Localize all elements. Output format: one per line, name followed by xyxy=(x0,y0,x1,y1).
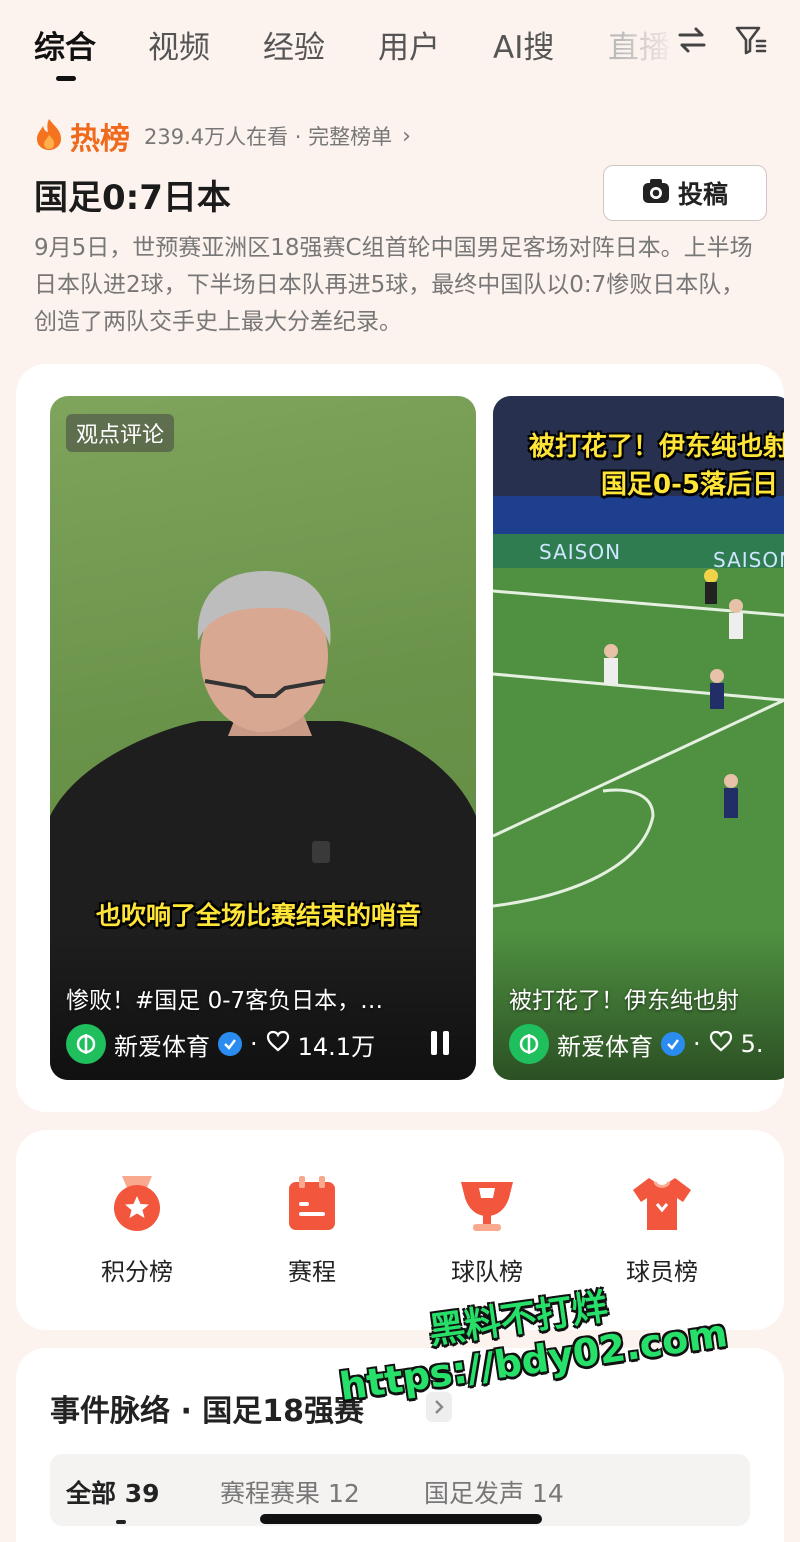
author-row: 新爱体育 · 14.1万 xyxy=(66,1024,375,1064)
filter-icon[interactable] xyxy=(734,24,768,60)
schedule-label: 赛程 xyxy=(288,1258,336,1286)
hot-list-header[interactable]: 热榜 239.4万人在看 · 完整榜单 › xyxy=(34,116,411,157)
stadium-ad-text: SAISON xyxy=(539,540,622,564)
event-tab-indicator xyxy=(116,1520,126,1524)
stadium-ad-text-2: SAISON xyxy=(713,548,784,572)
verified-icon xyxy=(661,1032,685,1056)
video-carousel: 观点评论 也吹响了全场比赛结束的哨音 惨败！#国足 0-7客负日本，… 新爱体育… xyxy=(16,364,784,1112)
trophy-icon xyxy=(457,1174,517,1238)
home-indicator xyxy=(260,1514,542,1524)
separator-dot: · xyxy=(250,1030,258,1058)
tab-experience[interactable]: 经验 xyxy=(263,22,325,67)
separator-dot: · xyxy=(693,1030,701,1058)
video-subtitle: 也吹响了全场比赛结束的哨音 xyxy=(96,901,422,930)
active-tab-indicator xyxy=(56,76,76,81)
like-count: 5. xyxy=(740,1030,764,1058)
chevron-right-icon: › xyxy=(402,123,411,149)
viewer-count: 239.4万人在看 · 完整榜单 xyxy=(144,125,393,149)
event-tab-schedule-results[interactable]: 赛程赛果 12 xyxy=(220,1474,360,1510)
search-tabs: 综合 视频 经验 用户 AI搜 直播 xyxy=(0,0,800,90)
player-ranking-entry[interactable]: 球员榜 xyxy=(587,1174,737,1287)
camera-icon xyxy=(642,178,670,208)
author-name[interactable]: 新爱体育 xyxy=(557,1027,653,1062)
player-ranking-label: 球员榜 xyxy=(626,1258,698,1286)
topic-description: 9月5日，世预赛亚洲区18强赛C组首轮中国男足客场对阵日本。上半场日本队进2球，… xyxy=(34,235,753,335)
post-button[interactable]: 投稿 xyxy=(603,165,767,221)
tab-video[interactable]: 视频 xyxy=(148,22,210,67)
quick-entry-card: 积分榜 赛程 球队榜 球员榜 xyxy=(16,1130,784,1330)
overlay-headline-1: 被打花了！伊东纯也射 xyxy=(529,432,784,462)
topic-title[interactable]: 国足0:7日本 xyxy=(34,170,231,219)
schedule-entry[interactable]: 赛程 xyxy=(237,1174,387,1287)
team-ranking-label: 球队榜 xyxy=(451,1258,523,1286)
channel-logo-icon xyxy=(66,1024,106,1064)
author-row: 新爱体育 · 5. xyxy=(509,1024,764,1064)
opinion-tag: 观点评论 xyxy=(66,414,175,452)
video-caption: 惨败！#国足 0-7客负日本，… xyxy=(66,988,384,1014)
tab-ai-search[interactable]: AI搜 xyxy=(493,22,554,67)
event-tab-all[interactable]: 全部 39 xyxy=(66,1474,160,1510)
tab-comprehensive[interactable]: 综合 xyxy=(34,22,96,67)
post-button-label: 投稿 xyxy=(677,180,728,209)
pause-icon[interactable] xyxy=(430,1030,450,1060)
heart-icon[interactable] xyxy=(266,1030,290,1058)
medal-icon xyxy=(110,1174,164,1238)
jersey-icon xyxy=(631,1174,693,1238)
verified-icon xyxy=(218,1032,242,1056)
event-timeline-title[interactable]: 事件脉络 · 国足18强赛 xyxy=(50,1386,364,1430)
tab-fade-overlay xyxy=(620,10,680,70)
team-ranking-entry[interactable]: 球队榜 xyxy=(412,1174,562,1287)
standings-entry[interactable]: 积分榜 xyxy=(62,1174,212,1287)
event-tab-team-statements[interactable]: 国足发声 14 xyxy=(424,1474,564,1510)
video-card-1[interactable]: 观点评论 也吹响了全场比赛结束的哨音 惨败！#国足 0-7客负日本，… 新爱体育… xyxy=(50,396,476,1080)
like-count: 14.1万 xyxy=(297,1032,376,1061)
fire-icon xyxy=(34,117,64,155)
video-caption: 被打花了！伊东纯也射 xyxy=(509,988,739,1014)
hot-list-title: 热榜 xyxy=(70,122,130,157)
schedule-icon xyxy=(285,1174,339,1238)
channel-logo-icon xyxy=(509,1024,549,1064)
author-name[interactable]: 新爱体育 xyxy=(114,1027,210,1062)
tab-users[interactable]: 用户 xyxy=(378,22,440,67)
heart-icon[interactable] xyxy=(709,1030,733,1058)
overlay-headline-2: 国足0-5落后日 xyxy=(601,470,778,500)
standings-label: 积分榜 xyxy=(101,1258,173,1286)
swap-icon[interactable] xyxy=(676,24,708,60)
video-card-2[interactable]: 被打花了！伊东纯也射 国足0-5落后日 SAISON SAISON 被打花了！伊… xyxy=(493,396,784,1080)
